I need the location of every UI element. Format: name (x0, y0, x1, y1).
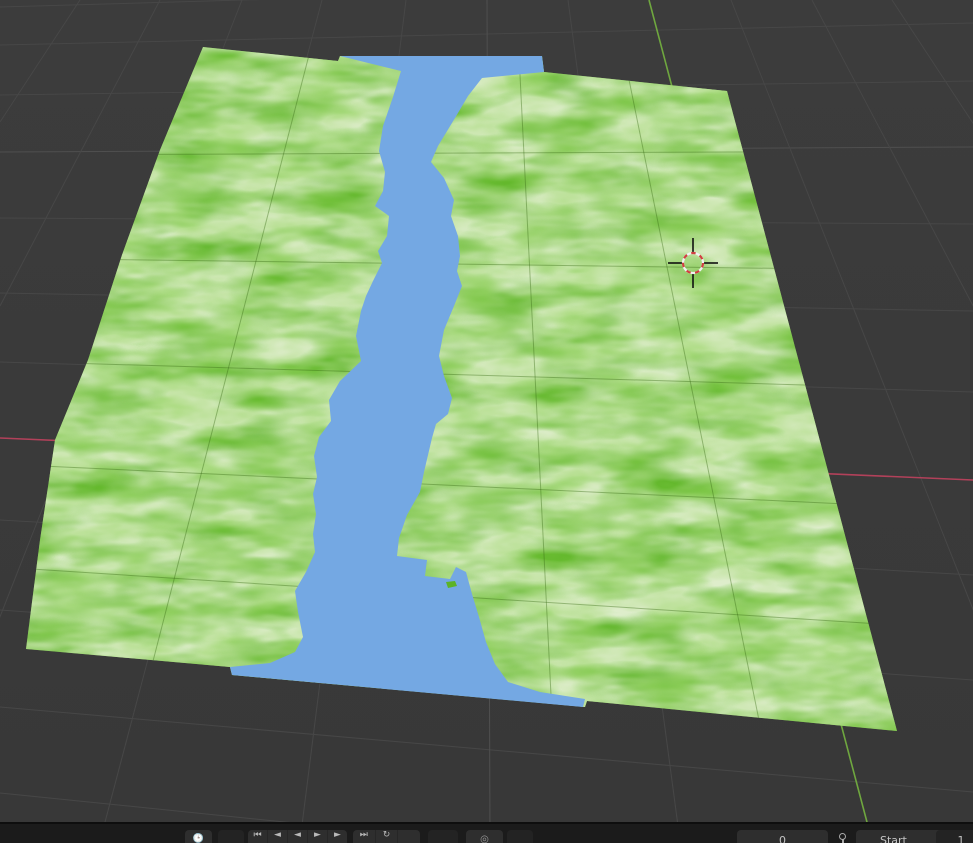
current-frame-field[interactable]: 0 (737, 830, 828, 843)
keying-set-button[interactable] (398, 830, 420, 843)
start-label: Start (880, 834, 907, 843)
jump-to-end-icon: ⏭ (360, 830, 368, 841)
play-icon: ► (314, 830, 321, 841)
jump-to-end-button[interactable]: ⏭ (353, 830, 376, 843)
current-frame-value: 0 (737, 834, 828, 843)
pin-icon[interactable] (839, 833, 846, 840)
viewport-3d[interactable] (0, 0, 973, 841)
play-reverse-icon: ◄ (294, 830, 301, 841)
editor-type-icon: 🕒 (185, 833, 212, 843)
start-frame-value: 1 (936, 834, 973, 843)
record-options-field[interactable] (507, 830, 533, 843)
timeline-bar: 🕒 ⏮ ◄ ◄ ► ► ⏭ ↻ ◎ 0 Start 1 (0, 822, 973, 843)
play-button[interactable]: ► (308, 830, 328, 843)
start-frame-field[interactable]: 1 (936, 830, 973, 843)
prev-keyframe-button[interactable]: ◄ (268, 830, 288, 843)
next-keyframe-button[interactable]: ► (328, 830, 347, 843)
prev-keyframe-icon: ◄ (274, 830, 281, 841)
sync-button[interactable]: ↻ (376, 830, 399, 843)
record-button[interactable]: ◎ (466, 830, 503, 843)
play-reverse-button[interactable]: ◄ (288, 830, 308, 843)
playback-controls-2: ⏭ ↻ (353, 830, 420, 843)
next-keyframe-icon: ► (334, 830, 341, 841)
keying-field[interactable] (428, 830, 458, 843)
frame-range-group: Start 1 (856, 830, 973, 843)
record-icon: ◎ (466, 833, 503, 843)
timeline-menu-button[interactable] (218, 830, 244, 843)
jump-to-start-icon: ⏮ (253, 830, 261, 841)
editor-type-button[interactable]: 🕒 (185, 830, 212, 843)
jump-to-start-button[interactable]: ⏮ (248, 830, 268, 843)
sync-icon: ↻ (383, 830, 391, 841)
playback-controls: ⏮ ◄ ◄ ► ► (248, 830, 347, 843)
